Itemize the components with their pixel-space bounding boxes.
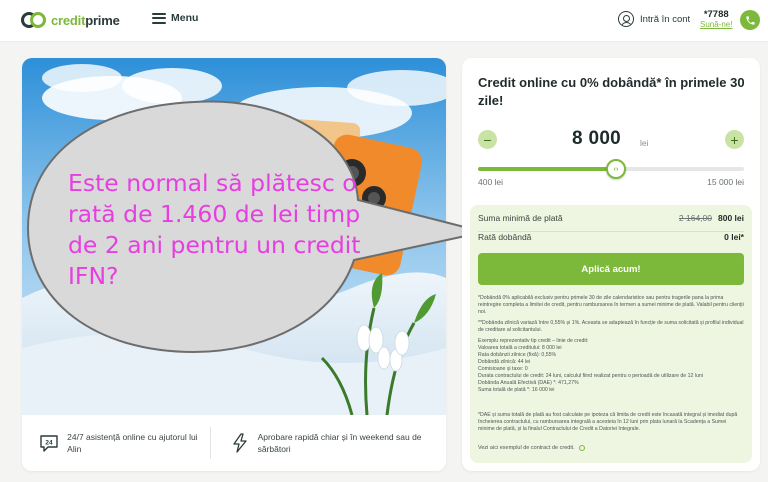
user-icon (618, 11, 634, 27)
menu-button[interactable]: Menu (152, 12, 198, 24)
24-hour-support-icon: 24 (38, 432, 59, 454)
slider-max-label: 15 000 lei (707, 177, 744, 187)
hamburger-icon (152, 12, 166, 24)
min-payment-old-value: 2 164,00 (678, 213, 712, 223)
interest-row: Rată dobândă 0 lei* (478, 232, 744, 246)
call-us-link[interactable]: Sună-ne! (700, 20, 732, 30)
feature-support: 24 24/7 asistență online cu ajutorul lui… (38, 415, 208, 471)
apply-now-button[interactable]: Aplică acum! (478, 253, 744, 285)
support-badge: 24 (45, 440, 53, 447)
contract-example-link[interactable]: Vezi aici exemplul de contract de credit… (478, 445, 585, 451)
logo-prime-text: prime (85, 12, 120, 28)
min-payment-value: 800 lei (718, 213, 744, 223)
interest-value: 0 lei* (724, 232, 744, 242)
feature-support-text: 24/7 asistență online cu ajutorul lui Al… (67, 432, 198, 454)
fine-print-3: *DAE și suma totală de plată au fost cal… (478, 412, 738, 432)
login-label: Intră în cont (640, 13, 691, 25)
loan-amount-unit: lei (640, 138, 649, 148)
min-payment-label: Suma minimă de plată (478, 213, 563, 223)
phone-icon (745, 15, 755, 25)
site-header: creditprime Menu Intră în cont *7788 Sun… (0, 0, 768, 42)
link-arrow-icon (578, 445, 585, 451)
loan-amount: 8 000 (572, 128, 622, 149)
slider-thumb[interactable]: ‹› (606, 159, 626, 179)
menu-label: Menu (171, 12, 199, 24)
min-payment-row: Suma minimă de plată 2 164,00 800 lei (478, 213, 744, 227)
calculator-title: Credit online cu 0% dobândă* în primele … (478, 75, 745, 108)
feature-fast-approval: Aprobare rapidă chiar și în weekend sau … (230, 415, 435, 471)
loan-summary: Suma minimă de plată 2 164,00 800 lei Ra… (470, 205, 752, 463)
decrease-amount-button[interactable]: − (478, 130, 497, 149)
interest-label: Rată dobândă (478, 232, 532, 242)
logo-text: creditprime (51, 13, 120, 28)
increase-amount-button[interactable]: + (725, 130, 744, 149)
feature-fast-approval-text: Aprobare rapidă chiar și în weekend sau … (257, 432, 422, 454)
feature-divider (210, 427, 211, 459)
slider-grip-icon: ‹› (613, 165, 619, 173)
fine-print-2: **Dobânda zilnică variază între 0,55% și… (478, 320, 744, 333)
credit-calculator: Credit online cu 0% dobândă* în primele … (462, 58, 760, 471)
login-link[interactable]: Intră în cont (618, 11, 690, 27)
speech-bubble-text: Este normal să plătesc o rată de 1.460 d… (68, 169, 361, 290)
lightning-icon (230, 432, 250, 454)
amount-slider[interactable]: ‹› (478, 159, 744, 179)
slider-fill (478, 167, 616, 171)
logo-credit-text: credit (51, 12, 86, 28)
fine-print-example: Exemplu reprezentativ tip credit – linie… (478, 338, 703, 393)
logo[interactable]: creditprime (21, 10, 120, 30)
phone-number: *7788 (703, 9, 729, 20)
slider-min-label: 400 lei (478, 177, 504, 187)
phone-button[interactable] (740, 10, 760, 30)
phone-contact[interactable]: *7788 Sună-ne! (700, 9, 732, 30)
contract-example-link-text: Vezi aici exemplul de contract de credit… (478, 445, 575, 451)
fine-print-1: *Dobândă 0% aplicabilă exclusiv pentru p… (478, 295, 744, 315)
logo-mark-icon (21, 11, 47, 29)
hero-features: 24 24/7 asistență online cu ajutorul lui… (22, 415, 446, 471)
